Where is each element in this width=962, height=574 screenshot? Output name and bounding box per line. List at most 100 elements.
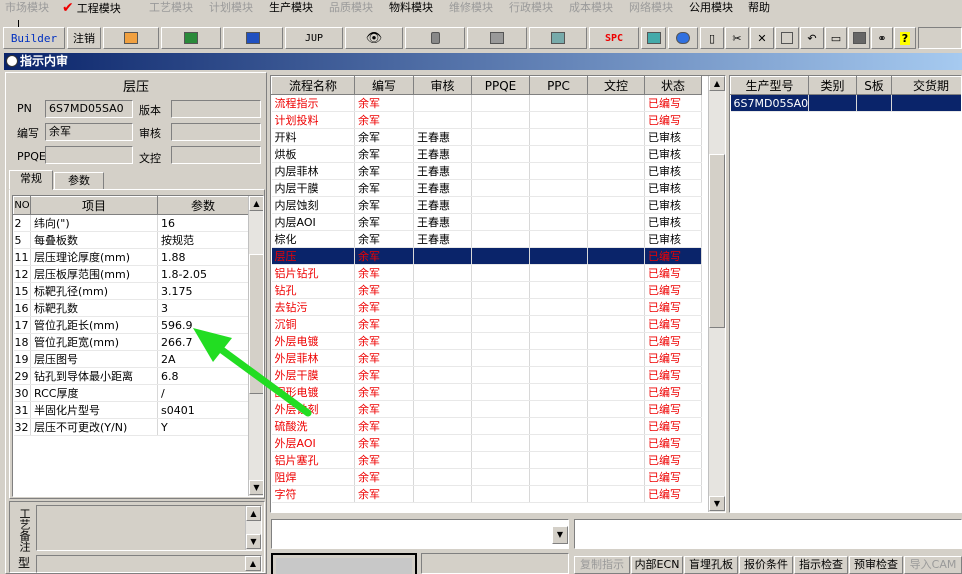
param-value[interactable]: 3.175 xyxy=(157,282,249,300)
delete-button[interactable]: ✕ xyxy=(750,27,774,49)
find-button[interactable]: ⚭ xyxy=(871,27,893,49)
flow-doccontrol[interactable] xyxy=(587,400,645,418)
flow-col-2[interactable]: 审核 xyxy=(413,76,472,95)
excel-button[interactable] xyxy=(161,27,221,49)
menu-network[interactable]: 网络模块 xyxy=(629,1,673,17)
notes-scrollbar[interactable]: ▲ ▼ xyxy=(245,506,261,550)
tab-params[interactable]: 参数 xyxy=(54,172,104,190)
flow-reviewer[interactable] xyxy=(413,111,472,129)
notes-textarea[interactable]: ▲ ▼ xyxy=(36,505,262,551)
flow-ppc[interactable] xyxy=(529,264,588,282)
scroll-up-icon[interactable]: ▲ xyxy=(245,556,261,571)
flow-reviewer[interactable]: 王春惠 xyxy=(413,230,472,248)
param-no[interactable]: 16 xyxy=(13,299,31,317)
flow-status[interactable]: 已编写 xyxy=(644,434,702,452)
table-row[interactable]: 2 纬向(") 16 xyxy=(13,214,249,232)
flow-status[interactable]: 已编写 xyxy=(644,111,702,129)
table-row[interactable]: 字符 余军 已编写 xyxy=(271,485,702,503)
flow-editor[interactable]: 余军 xyxy=(354,94,414,112)
jup-button[interactable]: JUP xyxy=(285,27,343,49)
param-item[interactable]: 纬向(") xyxy=(30,214,158,232)
flow-doccontrol[interactable] xyxy=(587,298,645,316)
flow-reviewer[interactable] xyxy=(413,298,472,316)
flow-ppc[interactable] xyxy=(529,145,588,163)
flow-ppc[interactable] xyxy=(529,162,588,180)
flow-ppqe[interactable] xyxy=(471,247,530,265)
flow-doccontrol[interactable] xyxy=(587,281,645,299)
flow-status[interactable]: 已编写 xyxy=(644,366,702,384)
flow-editor[interactable]: 余军 xyxy=(354,451,414,469)
logout-button[interactable]: 注销 xyxy=(67,27,101,49)
flow-ppqe[interactable] xyxy=(471,468,530,486)
product-col-3[interactable]: 交货期 xyxy=(891,76,961,95)
params-col-no[interactable]: NO xyxy=(13,196,31,215)
flow-reviewer[interactable] xyxy=(413,451,472,469)
flow-editor[interactable]: 余军 xyxy=(354,417,414,435)
table-row[interactable]: 11 层压理论厚度(mm) 1.88 xyxy=(13,248,249,266)
flow-reviewer[interactable] xyxy=(413,349,472,367)
flow-ppqe[interactable] xyxy=(471,162,530,180)
table-row[interactable]: 内层菲林 余军 王春惠 已审核 xyxy=(271,162,702,180)
import-cam-button[interactable]: 导入CAM xyxy=(904,556,962,574)
param-item[interactable]: 管位孔距长(mm) xyxy=(30,316,158,334)
flow-doccontrol[interactable] xyxy=(587,485,645,503)
flow-scrollbar[interactable]: ▲ ▼ xyxy=(708,76,725,512)
flow-reviewer[interactable] xyxy=(413,247,472,265)
menu-market[interactable]: 市场模块 xyxy=(5,1,49,17)
table-row[interactable]: 外层菲林 余军 已编写 xyxy=(271,349,702,367)
flow-status[interactable]: 已审核 xyxy=(644,128,702,146)
menu-quality[interactable]: 品质模块 xyxy=(329,1,373,17)
flow-status[interactable]: 已审核 xyxy=(644,213,702,231)
flow-reviewer[interactable] xyxy=(413,332,472,350)
param-item[interactable]: 半固化片型号 xyxy=(30,401,158,419)
scroll-down-icon[interactable]: ▼ xyxy=(246,534,261,549)
param-no[interactable]: 31 xyxy=(13,401,31,419)
flow-ppqe[interactable] xyxy=(471,400,530,418)
flow-editor[interactable]: 余军 xyxy=(354,264,414,282)
quote-conditions-button[interactable]: 报价条件 xyxy=(739,556,793,574)
flow-ppc[interactable] xyxy=(529,128,588,146)
product-delivery[interactable] xyxy=(891,94,961,112)
editor-field[interactable]: 余军 xyxy=(45,123,133,141)
table-row[interactable]: 烘板 余军 王春惠 已审核 xyxy=(271,145,702,163)
flow-editor[interactable]: 余军 xyxy=(354,179,414,197)
flow-ppc[interactable] xyxy=(529,468,588,486)
param-no[interactable]: 17 xyxy=(13,316,31,334)
toolbar-field[interactable] xyxy=(918,27,962,49)
table-row[interactable]: 层压 余军 已编写 xyxy=(271,247,702,265)
flow-col-1[interactable]: 编写 xyxy=(354,76,414,95)
param-item[interactable]: 层压理论厚度(mm) xyxy=(30,248,158,266)
param-item[interactable]: 层压不可更改(Y/N) xyxy=(30,418,158,436)
flow-ppqe[interactable] xyxy=(471,128,530,146)
menu-admin[interactable]: 行政模块 xyxy=(509,1,553,17)
flow-editor[interactable]: 余军 xyxy=(354,434,414,452)
menu-maintenance[interactable]: 维修模块 xyxy=(449,1,493,17)
table-row[interactable]: 流程指示 余军 已编写 xyxy=(271,94,702,112)
flow-doccontrol[interactable] xyxy=(587,179,645,197)
flow-editor[interactable]: 余军 xyxy=(354,349,414,367)
spc-button[interactable]: SPC xyxy=(589,27,639,49)
flow-col-6[interactable]: 状态 xyxy=(644,76,702,95)
table-row[interactable]: 铝片钻孔 余军 已编写 xyxy=(271,264,702,282)
flow-step-name[interactable]: 内层AOI xyxy=(271,213,355,231)
flow-editor[interactable]: 余军 xyxy=(354,213,414,231)
flow-doccontrol[interactable] xyxy=(587,213,645,231)
param-item[interactable]: 层压板厚范围(mm) xyxy=(30,265,158,283)
product-category[interactable] xyxy=(808,94,857,112)
flow-reviewer[interactable]: 王春惠 xyxy=(413,196,472,214)
scroll-down-icon[interactable]: ▼ xyxy=(249,480,263,495)
table-row[interactable]: 阻焊 余军 已编写 xyxy=(271,468,702,486)
table-row[interactable]: 铝片塞孔 余军 已编写 xyxy=(271,451,702,469)
flow-ppc[interactable] xyxy=(529,434,588,452)
param-value[interactable]: 3 xyxy=(157,299,249,317)
flow-col-4[interactable]: PPC xyxy=(529,76,588,95)
flow-status[interactable]: 已编写 xyxy=(644,264,702,282)
flow-doccontrol[interactable] xyxy=(587,315,645,333)
flow-reviewer[interactable]: 王春惠 xyxy=(413,145,472,163)
flow-step-name[interactable]: 计划投料 xyxy=(271,111,355,129)
menu-process[interactable]: 工艺模块 xyxy=(149,1,193,17)
flow-reviewer[interactable] xyxy=(413,315,472,333)
flow-ppqe[interactable] xyxy=(471,383,530,401)
param-no[interactable]: 11 xyxy=(13,248,31,266)
flow-doccontrol[interactable] xyxy=(587,230,645,248)
